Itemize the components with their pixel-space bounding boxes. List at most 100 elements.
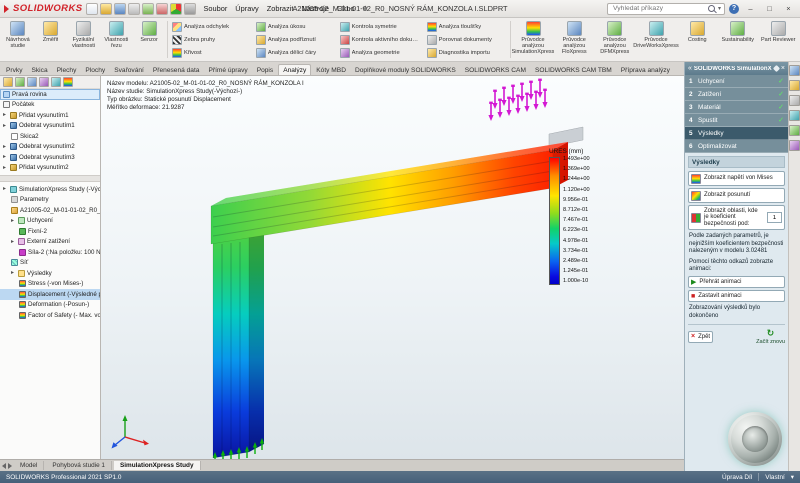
tree-item-pocatek[interactable]: Počátek [0,100,100,111]
draft-analysis-button[interactable]: Analýza úkosu [254,21,337,33]
tab-model[interactable]: Model [14,461,44,470]
menu-upravy[interactable]: Úpravy [232,3,261,14]
tree-item-part[interactable]: A21005-02_M-01-01-02_R0_NOSN... [0,205,100,216]
tab-prenesena-data[interactable]: Přenesená data [149,65,204,75]
costing-button[interactable]: Costing [678,19,718,60]
search-icon[interactable] [708,5,715,12]
step-2-zatizeni[interactable]: 2 Zatížení ✓ [685,88,788,101]
parting-line-analysis-button[interactable]: Analýza dělicí čáry [254,47,337,59]
tab-plechy[interactable]: Plechy [53,65,81,75]
displacement-plot-model[interactable] [101,76,684,459]
stop-animation-button[interactable]: ■ Zastavit animaci [688,290,785,302]
show-fos-region-button[interactable]: Zobrazit oblasti, kde je koeficient bezp… [688,205,785,230]
units-dropdown-icon[interactable]: ▾ [791,473,794,481]
tree-item-parametry[interactable]: Parametry [0,195,100,206]
step-1-uchyceni[interactable]: 1 Uchycení ✓ [685,75,788,88]
tab-plochy[interactable]: Plochy [81,65,109,75]
featuremanager-tree-icon[interactable] [3,77,13,87]
expand-caret-icon[interactable]: ▸ [11,239,16,245]
tab-solidworks-cam[interactable]: SOLIDWORKS CAM [461,65,530,75]
search-dropdown-icon[interactable]: ▾ [718,5,721,12]
tree-item-sit[interactable]: Síť [0,258,100,269]
tree-item-vysledky[interactable]: ▸ Výsledky [0,268,100,279]
view-palette-icon[interactable] [789,110,800,121]
new-file-icon[interactable] [86,3,98,15]
thickness-analysis-button[interactable]: Analýza tloušťky [425,21,508,33]
expand-caret-icon[interactable]: ▸ [3,112,8,118]
sustainability-button[interactable]: Sustainability [718,19,758,60]
tree-item-factor-of-safety[interactable]: Factor of Safety (- Max. von Mises... [0,310,100,321]
units-selector[interactable]: Vlastní [765,474,785,481]
dimxpertmanager-icon[interactable] [39,77,49,87]
tab-popis[interactable]: Popis [253,65,278,75]
help-icon[interactable]: ? [729,4,739,14]
restart-button[interactable]: ↻ Začít znovu [756,329,785,345]
deviation-analysis-button[interactable]: Analýza odchylek [170,21,253,33]
tab-prime-upravy[interactable]: Přímé úpravy [204,65,251,75]
curvature-button[interactable]: Křivost [170,47,253,59]
expand-caret-icon[interactable]: ▸ [3,123,8,129]
compare-documents-button[interactable]: Porovnat dokumenty [425,34,508,46]
driveworksxpress-wizard-button[interactable]: Průvodce DriveWorksXpress [636,19,677,60]
panel-splitter[interactable] [0,175,100,182]
back-button[interactable]: × Zpět [688,331,713,343]
tree-item-displacement[interactable]: Displacement (-Výsledné posunutí-) [0,289,100,300]
tab-analyzy[interactable]: Analýzy [278,64,311,75]
task-pane-close-icon[interactable]: × [781,65,785,72]
floxpress-wizard-button[interactable]: Průvodce analýzou FloXpress [555,19,595,60]
configurationmanager-icon[interactable] [27,77,37,87]
appearances-icon[interactable] [789,125,800,136]
close-button[interactable]: × [781,3,796,15]
tree-item-pridat-vysunutim2[interactable]: ▸ Přidat vysunutím2 [0,163,100,174]
check-document-button[interactable]: Kontrola aktivního dokumentu [338,34,424,46]
save-icon[interactable] [114,3,126,15]
tree-item-uchyceni[interactable]: ▸ Uchycení [0,216,100,227]
collapse-chevrons-icon[interactable]: « [688,65,692,72]
simulationxpress-wizard-button[interactable]: Průvodce analýzou SimulationXpress [513,19,554,60]
part-reviewer-button[interactable]: Part Reviewer [759,19,799,60]
expand-caret-icon[interactable]: ▸ [11,218,16,224]
home-icon[interactable] [789,65,800,76]
step-5-vysledky[interactable]: 5 Výsledky [685,127,788,140]
tree-item-odebrat-vysunutim1[interactable]: ▸ Odebrat vysunutím1 [0,121,100,132]
import-diagnostics-button[interactable]: Diagnostika importu [425,47,508,59]
graphics-area[interactable]: Název modelu: A21005-02_M-01-01-02_R0_NO… [101,76,684,459]
tree-item-odebrat-vysunutim3[interactable]: ▸ Odebrat vysunutím3 [0,152,100,163]
tab-skica[interactable]: Skica [27,65,51,75]
show-von-mises-button[interactable]: Zobrazit napětí von Mises [688,171,785,186]
expand-caret-icon[interactable]: ▸ [3,154,8,160]
expand-caret-icon[interactable]: ▸ [3,144,8,150]
command-search-input[interactable] [611,4,705,13]
tab-solidworks-cam-tbm[interactable]: SOLIDWORKS CAM TBM [531,65,616,75]
tree-item-stress[interactable]: Stress (-von Mises-) [0,279,100,290]
command-search[interactable]: ▾ [607,3,725,15]
expand-caret-icon[interactable]: ▸ [3,186,8,192]
tree-item-sila2[interactable]: Síla-2 (:Na položku: 100 N:) [0,247,100,258]
simulation-tree-icon[interactable] [63,77,73,87]
redo-icon[interactable] [156,3,168,15]
pin-icon[interactable] [773,65,780,72]
tab-priprava-analyzy[interactable]: Příprava analýzy [617,65,674,75]
tab-doplnkove-moduly[interactable]: Doplňkové moduly SOLIDWORKS [351,65,460,75]
displaymanager-icon[interactable] [51,77,61,87]
tab-scroll-right-icon[interactable] [8,463,12,469]
tab-scroll-left-icon[interactable] [2,463,6,469]
tree-item-fixni2[interactable]: Fixní-2 [0,226,100,237]
section-properties-button[interactable]: Vlastnosti řezu [100,19,132,60]
dfmxpress-wizard-button[interactable]: Průvodce analýzou DFMXpress [595,19,635,60]
mass-properties-button[interactable]: Fyzikální vlastnosti [68,19,100,60]
design-study-button[interactable]: Návrhová studie [2,19,34,60]
tab-simulationxpress-study[interactable]: SimulationXpress Study [114,461,201,470]
step-4-spustit[interactable]: 4 Spustit ✓ [685,114,788,127]
geometry-analysis-button[interactable]: Analýza geometrie [338,47,424,59]
zebra-stripes-button[interactable]: Zebra pruhy [170,34,253,46]
tree-item-odebrat-vysunutim2[interactable]: ▸ Odebrat vysunutím2 [0,142,100,153]
file-explorer-icon[interactable] [789,95,800,106]
tab-svarovani[interactable]: Svařování [110,65,148,75]
tree-item-externi-zatizeni[interactable]: ▸ Externí zatížení [0,237,100,248]
custom-properties-icon[interactable] [789,140,800,151]
options-gear-icon[interactable] [184,3,196,15]
tab-prvky[interactable]: Prvky [2,65,26,75]
expand-caret-icon[interactable]: ▸ [3,165,8,171]
menu-soubor[interactable]: Soubor [200,3,230,14]
